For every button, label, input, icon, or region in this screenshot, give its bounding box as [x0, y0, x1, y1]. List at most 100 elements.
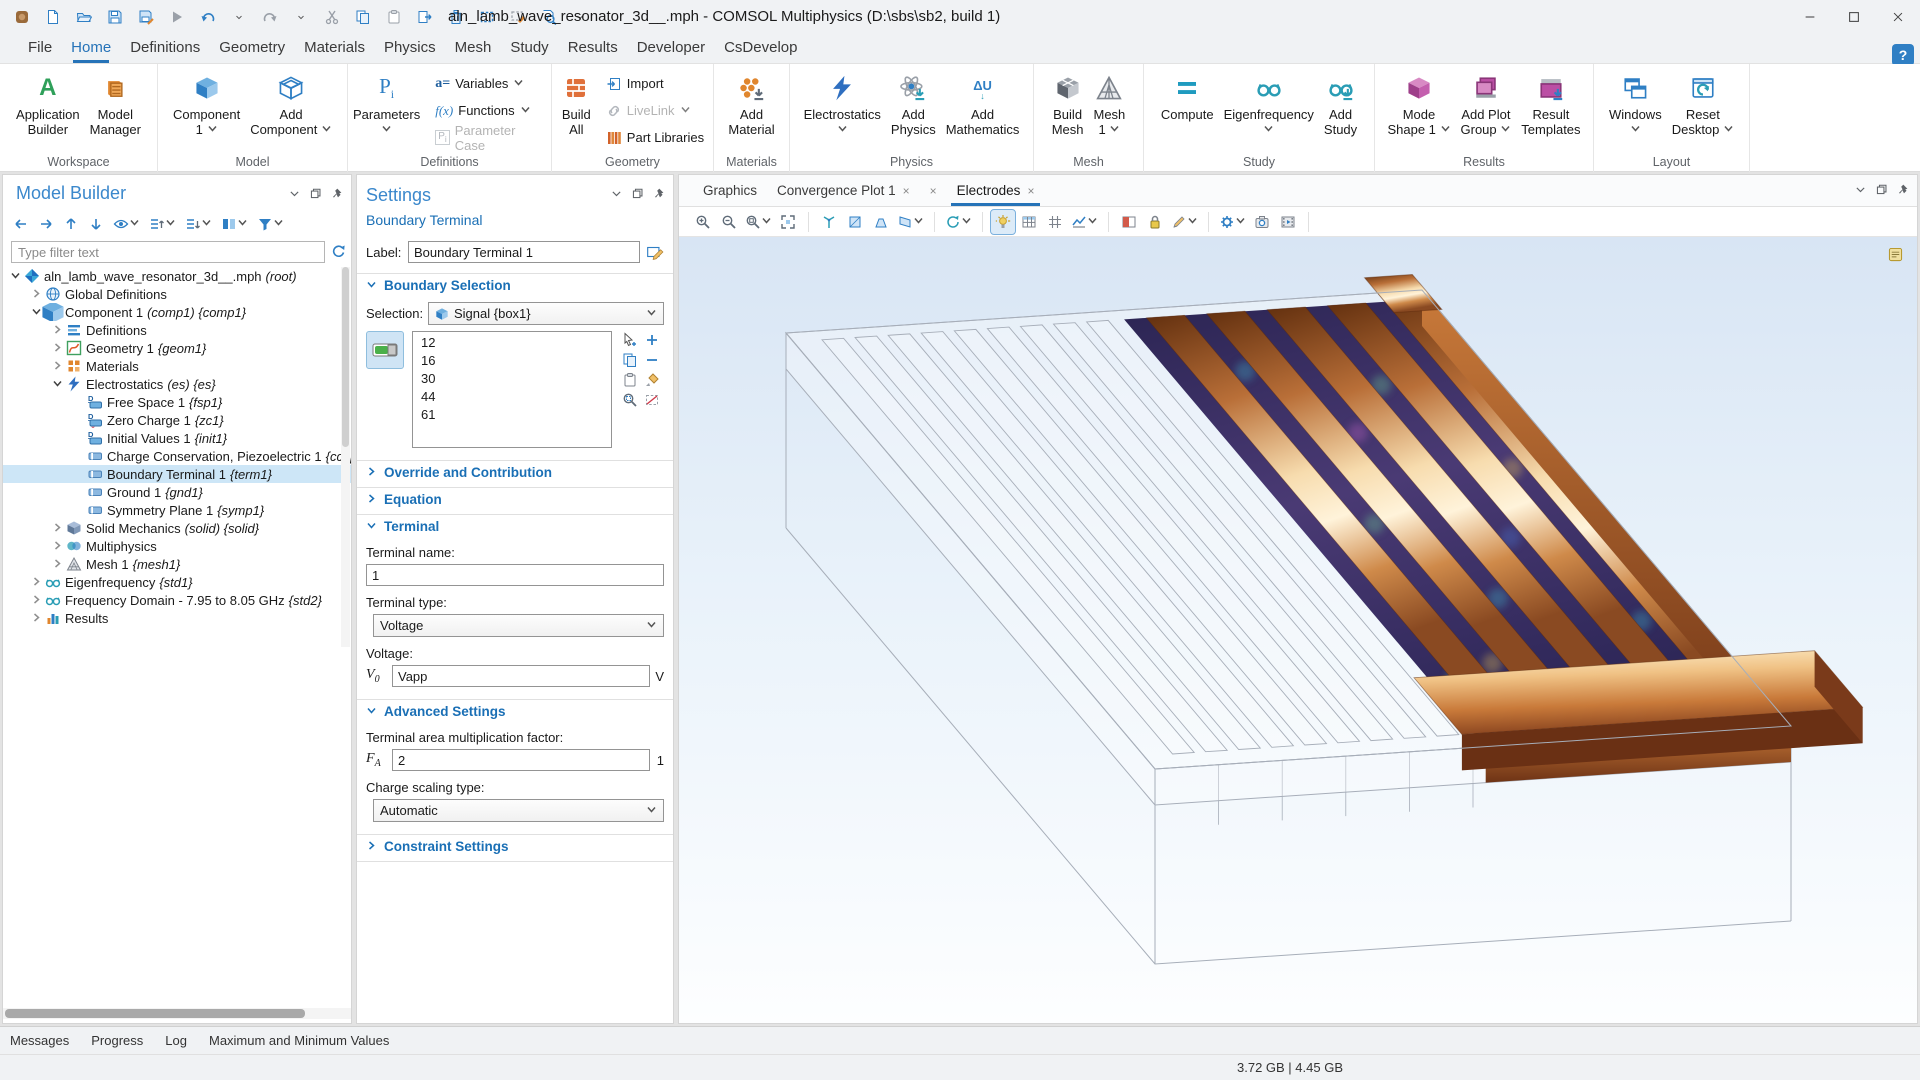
menu-physics[interactable]: Physics: [384, 35, 436, 63]
chevron-down-button[interactable]: [610, 187, 623, 205]
chevron-down-button[interactable]: [1854, 183, 1867, 201]
restore-button[interactable]: [631, 187, 644, 205]
tree-node-solid-mechanics[interactable]: Solid Mechanics(solid) {solid}: [3, 519, 351, 537]
duplicate-button[interactable]: [413, 5, 437, 29]
graphics-tab-hidden[interactable]: ×: [920, 175, 947, 206]
tree-node-results[interactable]: Results: [3, 609, 351, 627]
list-down-button[interactable]: [185, 215, 212, 233]
plot-info-icon[interactable]: [1888, 247, 1903, 262]
ribbon-button-compute[interactable]: Compute: [1157, 70, 1218, 124]
zoom-box-button[interactable]: [743, 210, 774, 234]
tree-node-mesh-1[interactable]: Mesh 1{mesh1}: [3, 555, 351, 573]
pointer-add-button[interactable]: [620, 331, 640, 349]
bottom-tab-progress[interactable]: Progress: [91, 1033, 143, 1048]
tree-node-geometry-1[interactable]: Geometry 1{geom1}: [3, 339, 351, 357]
bottom-tab-messages[interactable]: Messages: [10, 1033, 69, 1048]
factor-input[interactable]: [392, 749, 650, 771]
rotate-button[interactable]: [943, 210, 974, 234]
menu-materials[interactable]: Materials: [304, 35, 365, 63]
remove-button[interactable]: [642, 351, 662, 369]
ribbon-button-application-builder[interactable]: AApplicationBuilder: [12, 70, 84, 139]
selection-list-item[interactable]: 61: [413, 407, 611, 425]
tree-horizontal-scrollbar[interactable]: [3, 1008, 351, 1019]
cut-button[interactable]: [320, 5, 344, 29]
section-boundary-selection[interactable]: Boundary Selection: [357, 274, 673, 296]
section-terminal[interactable]: Terminal: [357, 515, 673, 537]
menu-mesh[interactable]: Mesh: [455, 35, 492, 63]
animation-button[interactable]: [1276, 210, 1300, 234]
graphics-tab-convergence-plot-1[interactable]: Convergence Plot 1×: [767, 175, 920, 206]
section-advanced-settings[interactable]: Advanced Settings: [357, 700, 673, 722]
rename-button[interactable]: [646, 243, 664, 261]
list-up-button[interactable]: [149, 215, 176, 233]
selection-list-item[interactable]: 12: [413, 335, 611, 353]
tree-node-free-space-1[interactable]: DFree Space 1{fsp1}: [3, 393, 351, 411]
tree-node-frequency-domain-7-95-to-8-05-ghz[interactable]: Frequency Domain - 7.95 to 8.05 GHz{std2…: [3, 591, 351, 609]
tree-node-materials[interactable]: Materials: [3, 357, 351, 375]
pin-button[interactable]: [1896, 183, 1909, 201]
tree-node-boundary-terminal-1[interactable]: Boundary Terminal 1{term1}: [3, 465, 351, 483]
paste-button[interactable]: [382, 5, 406, 29]
menu-home[interactable]: Home: [71, 35, 111, 63]
chevron-down-button[interactable]: [288, 187, 301, 205]
new-file-button[interactable]: [41, 5, 65, 29]
scene-light-button[interactable]: [991, 210, 1015, 234]
move-up-button[interactable]: [63, 216, 79, 232]
refresh-icon[interactable]: [331, 243, 347, 259]
ribbon-button-build-mesh[interactable]: BuildMesh: [1048, 70, 1088, 139]
pin-button[interactable]: [652, 187, 665, 205]
tree-node-initial-values-1[interactable]: DInitial Values 1{init1}: [3, 429, 351, 447]
paste-button[interactable]: [620, 371, 640, 389]
help-button[interactable]: ?: [1892, 44, 1914, 66]
ribbon-button-parameters[interactable]: PiParameters: [349, 70, 424, 139]
ribbon-item-livelink[interactable]: LiveLink: [602, 97, 708, 124]
ribbon-button-add-physics[interactable]: AddPhysics: [887, 70, 940, 139]
image-button[interactable]: [1117, 210, 1141, 234]
view-xy-button[interactable]: [843, 210, 867, 234]
show-button[interactable]: [113, 215, 140, 233]
ribbon-button-component-1[interactable]: Component1: [169, 70, 244, 139]
graphics-tab-electrodes[interactable]: Electrodes×: [947, 175, 1045, 206]
active-toggle-button[interactable]: [366, 331, 404, 369]
tree-node-component-1[interactable]: Component 1(comp1) {comp1}: [3, 303, 351, 321]
clear-button[interactable]: [642, 371, 662, 389]
dropdown-caret[interactable]: [227, 5, 251, 29]
restore-button[interactable]: [309, 187, 322, 205]
ribbon-button-mesh-1[interactable]: Mesh1: [1090, 70, 1130, 139]
ribbon-item-variables[interactable]: a=Variables: [431, 70, 551, 97]
camera-button[interactable]: [1250, 210, 1274, 234]
menu-results[interactable]: Results: [568, 35, 618, 63]
graphics-tab-graphics[interactable]: Graphics: [693, 175, 767, 206]
terminal-name-input[interactable]: [366, 564, 664, 586]
ribbon-item-part-libraries[interactable]: Part Libraries: [602, 124, 708, 151]
ribbon-button-build-all[interactable]: BuildAll: [558, 70, 595, 139]
selection-list[interactable]: 1216304461: [412, 331, 612, 448]
tree-node-eigenfrequency[interactable]: Eigenfrequency{std1}: [3, 573, 351, 591]
tree-node-multiphysics[interactable]: Multiphysics: [3, 537, 351, 555]
tree-node-zero-charge-1[interactable]: DZero Charge 1{zc1}: [3, 411, 351, 429]
run-button[interactable]: [165, 5, 189, 29]
tree-node-aln-lamb-wave-resonator-3d-mph[interactable]: aln_lamb_wave_resonator_3d__.mph(root): [3, 267, 351, 285]
section-override-and-contribution[interactable]: Override and Contribution: [357, 461, 673, 483]
tree-vertical-scrollbar[interactable]: [341, 267, 350, 647]
menu-csdevelop[interactable]: CsDevelop: [724, 35, 797, 63]
ribbon-button-electrostatics[interactable]: Electrostatics: [800, 70, 885, 139]
save-as-button[interactable]: [134, 5, 158, 29]
selection-list-item[interactable]: 16: [413, 353, 611, 371]
graphics-canvas[interactable]: [679, 237, 1917, 1023]
ribbon-button-model-manager[interactable]: ModelManager: [86, 70, 145, 139]
charge-scaling-dropdown[interactable]: Automatic: [373, 799, 664, 822]
zoom-out-button[interactable]: [717, 210, 741, 234]
selection-dropdown[interactable]: Signal {box1}: [428, 302, 664, 325]
nav-forward-button[interactable]: [38, 216, 54, 232]
columns-button[interactable]: [221, 215, 248, 233]
view-yz-button[interactable]: [869, 210, 893, 234]
dropdown-caret[interactable]: [289, 5, 313, 29]
ribbon-button-result-templates[interactable]: ResultTemplates: [1517, 70, 1584, 139]
ribbon-button-add-study[interactable]: AddStudy: [1320, 70, 1361, 139]
pen-button[interactable]: [1169, 210, 1200, 234]
copy-button[interactable]: [351, 5, 375, 29]
tree-node-symmetry-plane-1[interactable]: Symmetry Plane 1{symp1}: [3, 501, 351, 519]
add-button[interactable]: [642, 331, 662, 349]
ribbon-button-eigenfrequency[interactable]: Eigenfrequency: [1220, 70, 1318, 139]
